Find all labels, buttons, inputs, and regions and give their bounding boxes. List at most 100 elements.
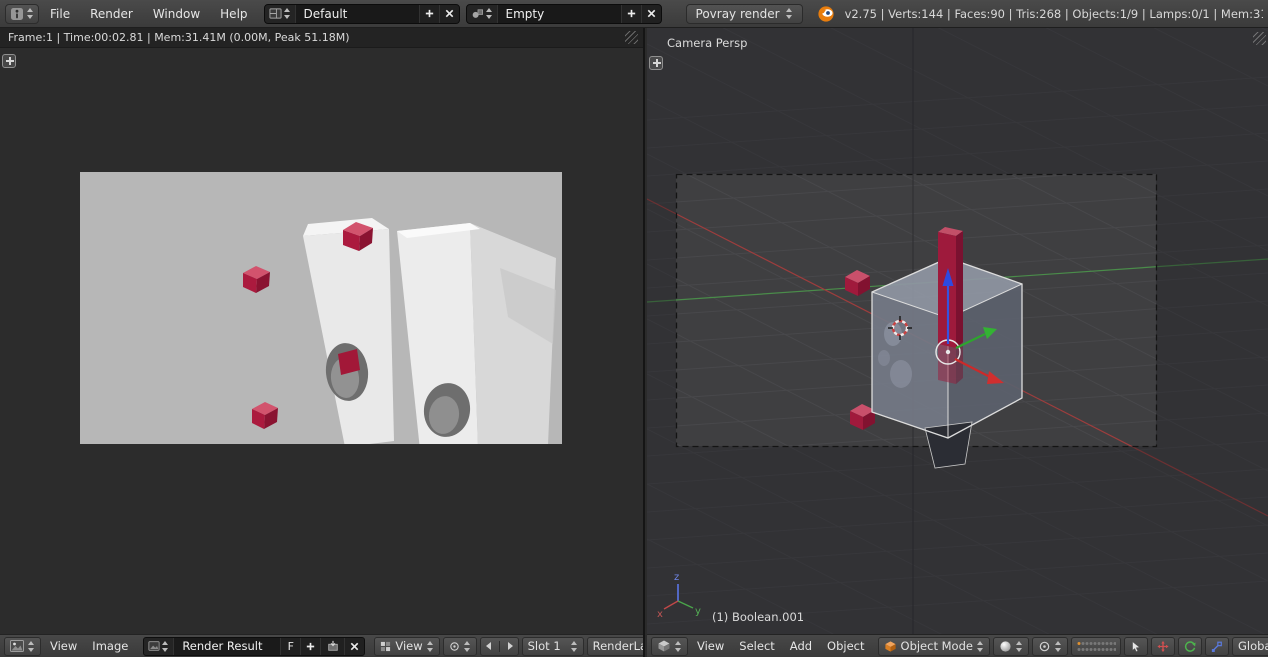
editor-type-selector-info[interactable] <box>5 4 39 24</box>
close-icon <box>349 641 360 652</box>
region-expand-button[interactable] <box>649 56 663 70</box>
chevron-updown-icon <box>786 8 793 19</box>
menu-object[interactable]: Object <box>821 637 870 655</box>
pack-icon <box>327 640 339 652</box>
plus-icon <box>424 8 435 19</box>
fake-user-label: F <box>288 640 294 653</box>
chevron-updown-icon <box>162 641 169 652</box>
rotate-manipulator-button[interactable] <box>1178 637 1202 656</box>
delete-screen-layout-button[interactable] <box>439 5 459 23</box>
menu-view3d[interactable]: View <box>691 637 730 655</box>
display-channels-value: View <box>395 639 422 653</box>
add-scene-button[interactable] <box>621 5 641 23</box>
pointer-icon <box>1130 640 1142 653</box>
chevron-updown-icon <box>27 8 34 19</box>
render-stats-text: Frame:1 | Time:00:02.81 | Mem:31.41M (0.… <box>8 31 350 44</box>
render-layer-dropdown[interactable]: RenderLay <box>587 637 643 656</box>
screen-layout-name[interactable]: Default <box>296 5 419 23</box>
image-name[interactable]: Render Result <box>174 638 280 655</box>
region-expand-button[interactable] <box>2 54 16 68</box>
transform-orientation-dropdown[interactable]: Global <box>1232 637 1268 656</box>
image-pin-dropdown[interactable] <box>443 637 477 656</box>
mode-dropdown[interactable]: Object Mode <box>878 637 990 656</box>
menu-add[interactable]: Add <box>784 637 818 655</box>
manipulator-toggle-button[interactable] <box>1124 637 1148 656</box>
view3d-header: View Select Add Object Object Mode <box>647 634 1268 657</box>
menu-help[interactable]: Help <box>211 4 256 24</box>
pivot-point-icon <box>1038 640 1051 653</box>
previous-slot-icon[interactable] <box>486 642 491 650</box>
menu-select[interactable]: Select <box>733 637 780 655</box>
menu-file[interactable]: File <box>41 4 79 24</box>
screen-layout-icon <box>269 7 282 20</box>
chevron-updown-icon <box>977 641 984 652</box>
unlink-image-button[interactable] <box>344 638 364 655</box>
mode-value: Object Mode <box>901 639 973 653</box>
chevron-updown-icon <box>675 641 682 652</box>
next-slot-icon[interactable] <box>508 642 513 650</box>
chevron-updown-icon <box>571 641 578 652</box>
slot-nav-buttons <box>480 637 519 656</box>
delete-scene-button[interactable] <box>641 5 661 23</box>
pack-image-button[interactable] <box>320 638 344 655</box>
display-channels-dropdown[interactable]: View <box>374 637 439 656</box>
close-icon <box>646 8 657 19</box>
view3d-editor-icon <box>657 639 671 653</box>
chevron-updown-icon <box>427 641 434 652</box>
blender-window: File Render Window Help Default <box>0 0 1268 657</box>
area-resize-grip[interactable] <box>1253 32 1266 45</box>
render-stats-bar: Frame:1 | Time:00:02.81 | Mem:31.41M (0.… <box>0 28 643 48</box>
scene-statistics: v2.75 | Verts:144 | Faces:90 | Tris:268 … <box>837 7 1263 21</box>
scene-name[interactable]: Empty <box>498 5 621 23</box>
image-editor-canvas[interactable] <box>0 48 643 634</box>
translate-icon <box>1157 640 1169 653</box>
scale-manipulator-button[interactable] <box>1205 637 1229 656</box>
menu-image[interactable]: Image <box>86 637 134 655</box>
new-image-button[interactable] <box>300 638 320 655</box>
render-engine-value: Povray render <box>696 7 780 21</box>
display-channels-icon <box>380 641 391 652</box>
orientation-value: Global <box>1238 639 1268 653</box>
menu-view[interactable]: View <box>44 637 83 655</box>
menu-render[interactable]: Render <box>81 4 142 24</box>
chevron-updown-icon <box>1055 641 1062 652</box>
editor-type-selector-3d[interactable] <box>651 637 688 656</box>
render-engine-dropdown[interactable]: Povray render <box>686 4 803 24</box>
browse-image-icon <box>148 640 160 652</box>
image-datablock: Render Result F <box>143 637 365 656</box>
info-editor-icon <box>10 7 24 21</box>
menu-window[interactable]: Window <box>144 4 209 24</box>
axis-x-label: x <box>657 609 663 620</box>
add-screen-layout-button[interactable] <box>419 5 439 23</box>
viewport-shading-dropdown[interactable] <box>993 637 1029 656</box>
plus-icon <box>305 641 316 652</box>
translate-manipulator-button[interactable] <box>1151 637 1175 656</box>
chevron-updown-icon <box>1016 641 1023 652</box>
pivot-point-dropdown[interactable] <box>1032 637 1068 656</box>
divider <box>499 641 500 652</box>
layers-grid-icon <box>1076 640 1116 653</box>
chevron-updown-icon <box>486 8 493 19</box>
viewport-3d: z y x Camera Persp (1) Boolean.001 View … <box>647 28 1268 657</box>
editor-type-selector-image[interactable] <box>4 637 41 656</box>
render-right-block <box>397 223 556 444</box>
viewport-canvas[interactable]: z y x <box>647 28 1268 634</box>
layers-widget[interactable] <box>1071 637 1121 656</box>
scene-browse-button[interactable] <box>467 5 498 23</box>
image-editor-icon <box>10 639 24 653</box>
slot-dropdown[interactable]: Slot 1 <box>522 637 584 656</box>
chevron-updown-icon <box>284 8 291 19</box>
axis-z-label: z <box>674 572 679 583</box>
plus-icon <box>626 8 637 19</box>
scale-icon <box>1211 640 1223 653</box>
image-editor-header: View Image Render Result F <box>0 634 643 657</box>
screen-layout-browse-button[interactable] <box>265 5 296 23</box>
object-mode-icon <box>884 640 897 653</box>
fake-user-button[interactable]: F <box>280 638 300 655</box>
area-resize-grip[interactable] <box>625 31 638 44</box>
image-browse-button[interactable] <box>144 638 174 655</box>
render-result-image <box>80 172 562 444</box>
axis-y-label: y <box>695 606 701 617</box>
view-name-label: Camera Persp <box>667 36 747 50</box>
top-header: File Render Window Help Default <box>0 0 1268 28</box>
